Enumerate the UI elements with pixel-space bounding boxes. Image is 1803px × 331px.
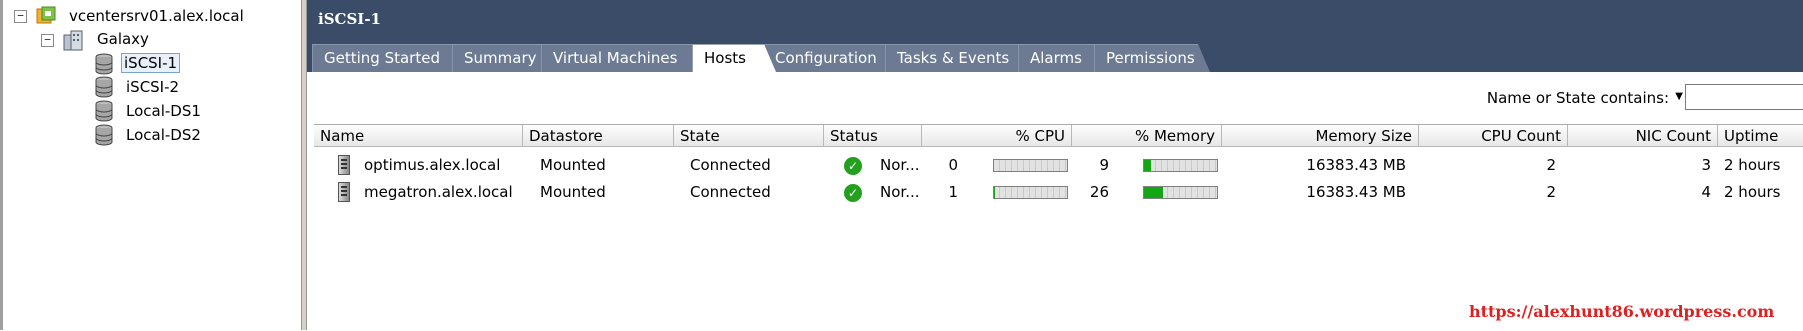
- column-header-datastore[interactable]: Datastore: [523, 125, 674, 147]
- tab-summary[interactable]: Summary: [452, 44, 554, 72]
- check-icon: ✓: [844, 157, 862, 175]
- datastore-detail-panel: iSCSI-1 Getting Started Summary Virtual …: [307, 0, 1803, 330]
- datastore-icon: [95, 76, 113, 102]
- column-header-cpu[interactable]: % CPU: [922, 125, 1072, 147]
- tree-node-vcenter[interactable]: vcentersrv01.alex.local: [66, 5, 247, 27]
- host-name[interactable]: optimus.alex.local: [364, 153, 500, 178]
- vcenter-icon: [36, 6, 56, 30]
- cpu-usage-fill: [994, 187, 995, 198]
- tree-node-label: Local-DS1: [126, 102, 201, 120]
- cpu-usage-bar: [993, 159, 1068, 172]
- tree-node-label: iSCSI-1: [121, 53, 181, 73]
- filter-label[interactable]: Name or State contains:: [1487, 89, 1669, 107]
- datacenter-icon: [62, 29, 84, 55]
- connection-state: Connected: [690, 183, 771, 201]
- tab-getting-started[interactable]: Getting Started: [312, 44, 465, 72]
- tree-node-iscsi-1[interactable]: iSCSI-1: [121, 52, 181, 74]
- cpu-usage-bar: [993, 186, 1068, 199]
- inventory-tree: − vcentersrv01.alex.local − Galaxy iSCSI…: [0, 0, 301, 330]
- tree-node-label: Galaxy: [97, 30, 149, 48]
- memory-usage-bar: [1143, 159, 1218, 172]
- memory-usage-fill: [1144, 160, 1151, 171]
- tree-node-label: iSCSI-2: [126, 78, 180, 96]
- datastore-icon: [95, 124, 113, 150]
- filter-bar: Name or State contains: ▼: [307, 72, 1803, 124]
- tree-node-label: Local-DS2: [126, 126, 201, 144]
- nic-count: 4: [1701, 183, 1711, 201]
- tab-configuration[interactable]: Configuration: [763, 44, 898, 72]
- tab-virtual-machines[interactable]: Virtual Machines: [541, 44, 713, 72]
- check-icon: ✓: [844, 184, 862, 202]
- cpu-percent: 0: [948, 156, 958, 174]
- tree-node-local-ds2[interactable]: Local-DS2: [123, 124, 204, 146]
- datastore-status: Mounted: [540, 183, 606, 201]
- memory-usage-bar: [1143, 186, 1218, 199]
- tree-node-label: vcentersrv01.alex.local: [69, 7, 244, 25]
- tree-node-galaxy[interactable]: Galaxy: [94, 28, 152, 50]
- cpu-percent: 1: [948, 183, 958, 201]
- tab-hosts[interactable]: Hosts: [692, 44, 776, 72]
- uptime: 2 hours: [1724, 183, 1781, 201]
- tree-node-local-ds1[interactable]: Local-DS1: [123, 100, 204, 122]
- host-name[interactable]: megatron.alex.local: [364, 180, 513, 205]
- memory-size: 16383.43 MB: [1306, 183, 1406, 201]
- tab-tasks-events[interactable]: Tasks & Events: [885, 44, 1031, 72]
- tree-node-iscsi-2[interactable]: iSCSI-2: [123, 76, 182, 98]
- cpu-count: 2: [1546, 183, 1556, 201]
- nic-count: 3: [1701, 156, 1711, 174]
- host-icon: [338, 155, 350, 175]
- cpu-count: 2: [1546, 156, 1556, 174]
- column-header-nic-count[interactable]: NIC Count: [1568, 125, 1718, 147]
- tab-alarms[interactable]: Alarms: [1018, 44, 1107, 72]
- connection-state: Connected: [690, 156, 771, 174]
- watermark-url: https://alexhunt86.wordpress.com: [1469, 302, 1775, 321]
- column-header-memory-size[interactable]: Memory Size: [1222, 125, 1419, 147]
- column-header-uptime[interactable]: Uptime: [1718, 125, 1803, 147]
- hosts-table: Name Datastore State Status % CPU % Memo…: [314, 124, 1803, 331]
- chevron-down-icon[interactable]: ▼: [1675, 91, 1683, 102]
- column-header-status[interactable]: Status: [824, 125, 922, 147]
- column-header-name[interactable]: Name: [314, 125, 523, 147]
- datastore-icon: [95, 100, 113, 126]
- panel-header: iSCSI-1 Getting Started Summary Virtual …: [307, 0, 1803, 72]
- datastore-status: Mounted: [540, 156, 606, 174]
- collapse-datacenter-icon[interactable]: −: [41, 34, 54, 47]
- column-header-memory[interactable]: % Memory: [1072, 125, 1222, 147]
- host-icon: [338, 182, 350, 202]
- tab-permissions[interactable]: Permissions: [1094, 44, 1210, 72]
- memory-usage-fill: [1144, 187, 1163, 198]
- memory-size: 16383.43 MB: [1306, 156, 1406, 174]
- uptime: 2 hours: [1724, 156, 1781, 174]
- collapse-root-icon[interactable]: −: [14, 10, 27, 23]
- memory-percent: 26: [1089, 183, 1109, 201]
- panel-title: iSCSI-1: [318, 10, 381, 28]
- column-header-cpu-count[interactable]: CPU Count: [1419, 125, 1568, 147]
- filter-input[interactable]: [1685, 84, 1803, 110]
- column-header-state[interactable]: State: [674, 125, 824, 147]
- memory-percent: 9: [1099, 156, 1109, 174]
